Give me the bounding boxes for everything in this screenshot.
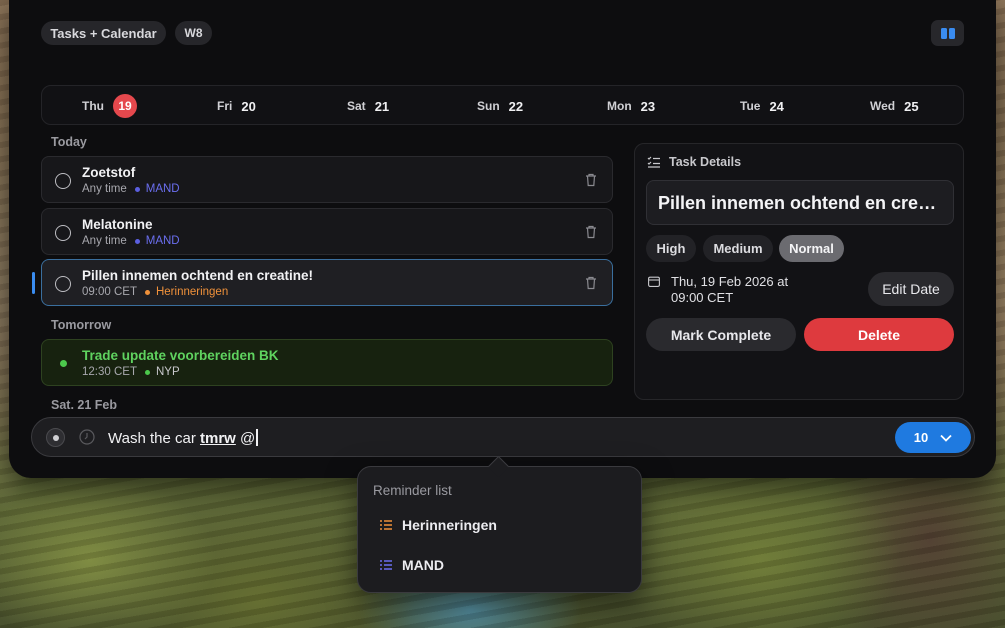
calendar-icon <box>648 276 660 287</box>
today-badge: 19 <box>113 94 137 118</box>
reminder-list-item-herinneringen[interactable]: Herinneringen <box>380 517 497 533</box>
list-color-dot <box>134 238 140 244</box>
task-meta: Any time MAND <box>82 235 180 247</box>
priority-normal-button[interactable]: Normal <box>779 235 844 262</box>
week-strip: Thu 19 Fri 20 Sat 21 Sun 22 Mon 23 Tue 24 Wed… <box>41 85 964 125</box>
list-color-dot <box>134 186 140 192</box>
day-sun[interactable]: Sun 22 <box>477 86 523 126</box>
list-color-dot <box>144 369 150 375</box>
delete-button[interactable]: Delete <box>804 318 954 351</box>
priority-high-button[interactable]: High <box>646 235 696 262</box>
status-dot <box>60 360 67 367</box>
list-picker-button[interactable]: 10 <box>895 422 971 453</box>
date-keyword: tmrw <box>199 430 236 447</box>
task-title: Pillen innemen ochtend en creatine! <box>82 268 314 283</box>
priority-medium-button[interactable]: Medium <box>703 235 773 262</box>
task-date: Thu, 19 Feb 2026 at 09:00 CET <box>671 274 789 305</box>
task-row[interactable]: Zoetstof Any time MAND <box>41 156 613 203</box>
day-thu[interactable]: Thu 19 <box>82 86 137 126</box>
day-mon[interactable]: Mon 23 <box>607 86 655 126</box>
task-meta: 12:30 CET NYP <box>82 366 180 378</box>
split-view-icon <box>940 27 947 39</box>
day-tue[interactable]: Tue 24 <box>740 86 784 126</box>
task-row[interactable]: Melatonine Any time MAND <box>41 208 613 255</box>
clock-icon[interactable] <box>79 429 95 445</box>
reminder-list-popover: Reminder list Herinneringen MAND <box>357 466 642 593</box>
section-today: Today <box>51 135 87 149</box>
trash-icon[interactable] <box>585 173 597 192</box>
task-title: Zoetstof <box>82 165 136 180</box>
app-title: Tasks + Calendar <box>50 25 157 41</box>
mark-complete-button[interactable]: Mark Complete <box>646 318 796 351</box>
complete-checkbox[interactable] <box>55 225 71 241</box>
task-title: Melatonine <box>82 217 153 232</box>
trash-icon[interactable] <box>585 225 597 244</box>
app-window: Tasks + Calendar W8 Thu 19 Fri 20 Sat 21 S… <box>9 0 996 478</box>
task-meta: 09:00 CET Herinneringen <box>82 286 229 298</box>
day-fri[interactable]: Fri 20 <box>217 86 256 126</box>
list-color-dot <box>144 289 150 295</box>
edit-date-button[interactable]: Edit Date <box>868 272 954 306</box>
text-cursor <box>256 429 258 446</box>
app-title-pill[interactable]: Tasks + Calendar <box>41 21 166 45</box>
complete-checkbox[interactable] <box>55 173 71 189</box>
week-number: W8 <box>184 26 203 40</box>
task-title: Trade update voorbereiden BK <box>82 348 279 363</box>
quick-add-input[interactable]: Wash the car tmrw @ <box>108 429 258 447</box>
task-meta: Any time MAND <box>82 183 180 195</box>
chevron-down-icon <box>940 434 952 442</box>
quick-add-bar[interactable]: Wash the car tmrw @ 10 <box>31 417 975 457</box>
day-wed[interactable]: Wed 25 <box>870 86 919 126</box>
list-icon <box>380 560 392 570</box>
checklist-icon <box>647 156 660 168</box>
record-icon[interactable] <box>46 428 65 447</box>
day-sat[interactable]: Sat 21 <box>347 86 389 126</box>
split-view-button[interactable] <box>931 20 964 46</box>
week-badge[interactable]: W8 <box>175 21 212 45</box>
section-sat: Sat, 21 Feb <box>51 398 117 409</box>
trash-icon[interactable] <box>585 276 597 295</box>
popover-label: Reminder list <box>373 483 452 498</box>
section-tomorrow: Tomorrow <box>51 318 112 332</box>
reminder-list-item-mand[interactable]: MAND <box>380 557 444 573</box>
selection-indicator <box>32 272 35 294</box>
task-row-selected[interactable]: Pillen innemen ochtend en creatine! 09:0… <box>41 259 613 306</box>
task-details-header: Task Details <box>647 155 741 169</box>
complete-checkbox[interactable] <box>55 276 71 292</box>
list-icon <box>380 520 392 530</box>
task-row[interactable]: Trade update voorbereiden BK 12:30 CET NY… <box>41 339 613 386</box>
task-title-field[interactable]: Pillen innemen ochtend en creatine! <box>646 180 954 225</box>
task-details-panel: Task Details Pillen innemen ochtend en c… <box>634 143 964 400</box>
